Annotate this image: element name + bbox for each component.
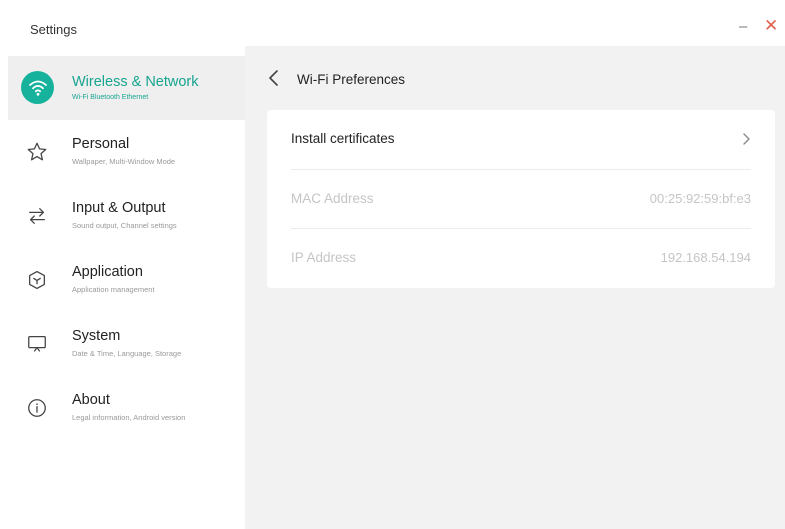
sidebar-item-title: Wireless & Network [72,74,199,90]
mac-address-value: 00:25:92:59:bf:e3 [649,191,751,206]
swap-arrows-icon [22,201,52,231]
back-arrow-icon [269,70,278,86]
sidebar-item-title: Personal [72,136,130,152]
ip-address-row: IP Address 192.168.54.194 [291,229,751,288]
back-button[interactable] [265,66,285,90]
cube-icon [22,265,52,295]
ip-address-value: 192.168.54.194 [660,250,751,265]
chevron-right-icon [741,132,751,146]
close-button[interactable]: ✕ [764,17,778,34]
window-title: Settings [30,22,77,37]
sidebar-item-title: Application [72,264,143,280]
info-icon [22,393,52,423]
wifi-icon [21,71,54,104]
install-certificates-row[interactable]: Install certificates [291,110,751,169]
sidebar-item-wireless-network[interactable]: Wireless & Network Wi-Fi Bluetooth Ether… [8,56,245,120]
sidebar-item-personal[interactable]: Personal Wallpaper, Multi-Window Mode [8,120,245,184]
preferences-card: Install certificates MAC Address 00:25:9… [267,110,775,288]
sidebar-item-about[interactable]: About Legal information, Android version [8,376,245,440]
sidebar-item-title: About [72,392,110,408]
sidebar-item-subtitle: Wallpaper, Multi-Window Mode [72,157,176,166]
row-label: IP Address [291,250,357,265]
row-label: Install certificates [291,131,395,146]
sidebar-item-subtitle: Wi-Fi Bluetooth Ethernet [72,94,149,101]
sidebar-item-subtitle: Date & Time, Language, Storage [72,349,182,358]
minimize-button[interactable]: – [739,19,747,34]
sidebar-item-subtitle: Sound output, Channel settings [72,221,177,230]
content-panel: Wi-Fi Preferences Install certificates M… [245,46,785,529]
sidebar-item-input-output[interactable]: Input & Output Sound output, Channel set… [8,184,245,248]
sidebar-item-application[interactable]: Application Application management [8,248,245,312]
page-title: Wi-Fi Preferences [297,72,406,87]
sidebar-item-title: Input & Output [72,200,166,216]
sidebar-item-system[interactable]: System Date & Time, Language, Storage [8,312,245,376]
star-icon [22,137,52,167]
row-label: MAC Address [291,191,374,206]
sidebar-item-subtitle: Application management [72,285,155,294]
sidebar-item-subtitle: Legal information, Android version [72,413,186,422]
mac-address-row: MAC Address 00:25:92:59:bf:e3 [291,170,751,229]
sidebar-item-title: System [72,328,121,344]
monitor-icon [22,329,52,359]
title-bar: Settings – ✕ [0,0,785,46]
